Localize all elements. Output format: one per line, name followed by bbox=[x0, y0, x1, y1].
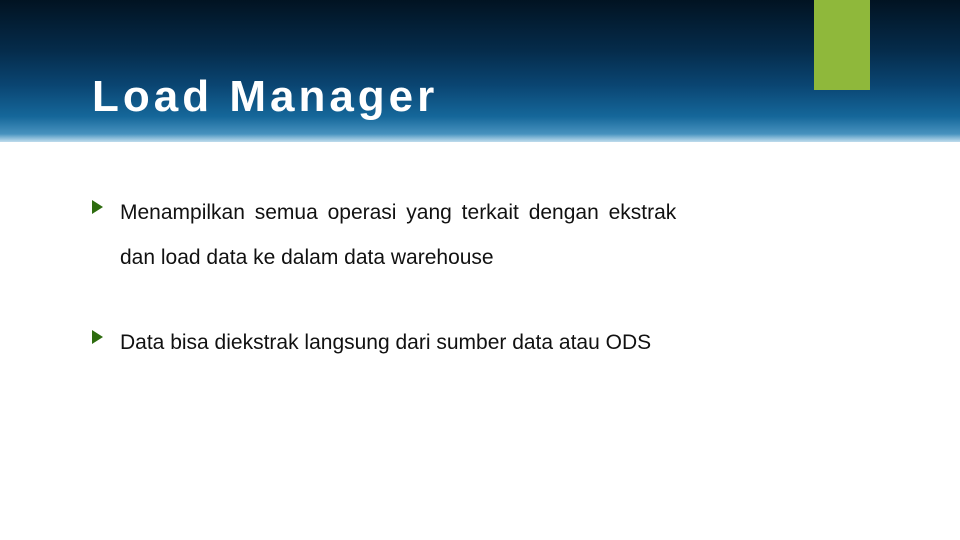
list-item: Menampilkan semua operasi yang terkait d… bbox=[92, 190, 867, 280]
list-item: Data bisa diekstrak langsung dari sumber… bbox=[92, 320, 867, 365]
bullet-text: Data bisa diekstrak langsung dari sumber… bbox=[120, 320, 867, 365]
bullet-arrow-icon bbox=[92, 330, 103, 344]
slide-title: Load Manager bbox=[92, 72, 438, 122]
bullet-text: dan load data ke dalam data warehouse bbox=[120, 235, 867, 280]
accent-bar bbox=[814, 0, 870, 90]
bullet-arrow-icon bbox=[92, 200, 103, 214]
content-area: Menampilkan semua operasi yang terkait d… bbox=[92, 190, 867, 405]
slide: Load Manager Menampilkan semua operasi y… bbox=[0, 0, 960, 540]
bullet-text: Menampilkan semua operasi yang terkait d… bbox=[120, 190, 867, 235]
